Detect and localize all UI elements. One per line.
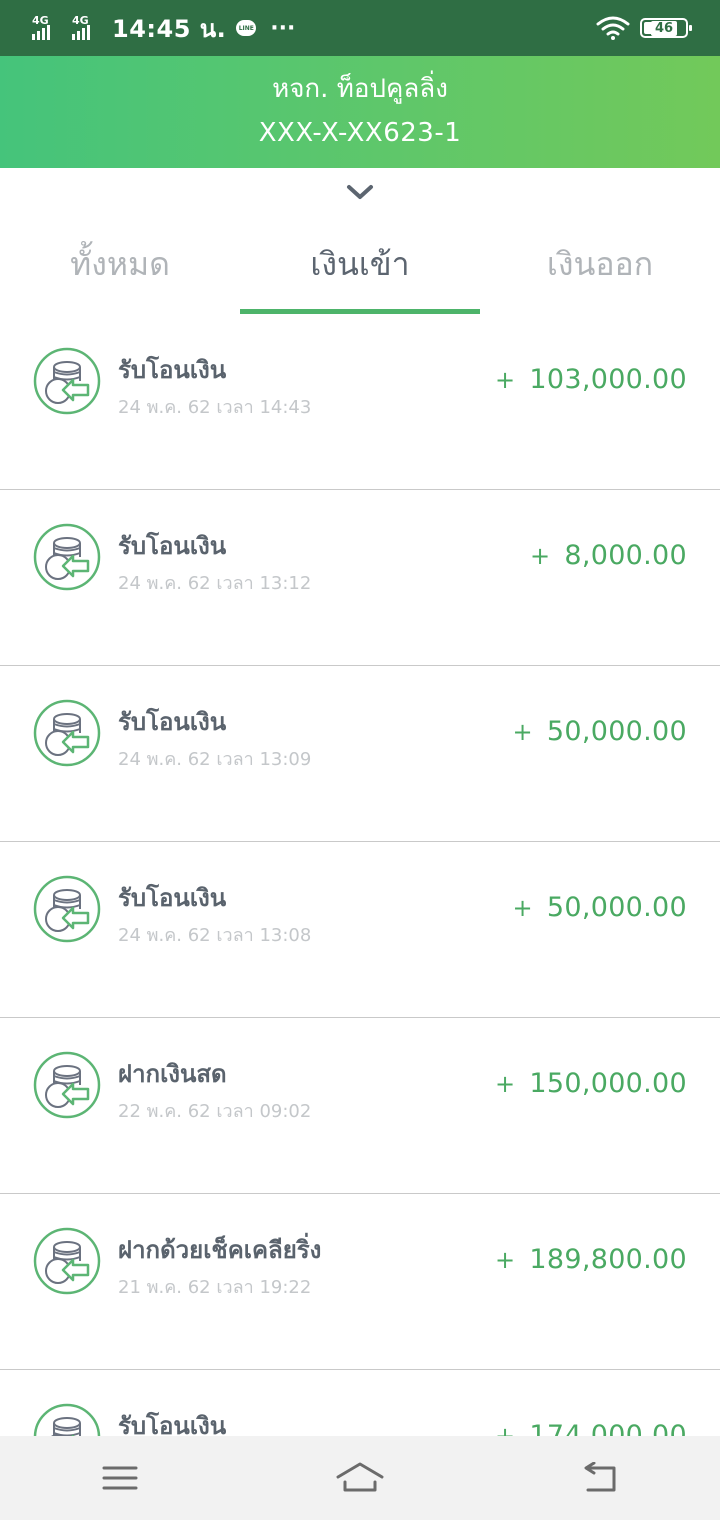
transaction-datetime: 21 พ.ค. 62 เวลา 19:22 [118, 1277, 312, 1298]
amount-sign: + [494, 366, 516, 394]
account-number: XXX-X-XX623-1 [258, 118, 462, 148]
transaction-amount: +189,800.00 [495, 1244, 687, 1275]
amount-sign: + [529, 542, 551, 570]
transaction-title: รับโอนเงิน [118, 884, 227, 912]
clock: 14:45 น. [112, 14, 227, 43]
amount-value: 174,000.00 [529, 1420, 687, 1436]
coin-transfer-in-icon [33, 699, 101, 767]
battery-level: 46 [650, 20, 678, 36]
back-icon [584, 1462, 616, 1492]
transaction-amount: +150,000.00 [495, 1068, 687, 1099]
amount-value: 150,000.00 [529, 1068, 687, 1099]
chevron-down-icon [347, 185, 373, 199]
account-header: หจก. ท็อปคูลลิ่ง XXX-X-XX623-1 [0, 56, 720, 168]
transaction-title: รับโอนเงิน [118, 532, 227, 560]
tab-money-out[interactable]: เงินออก [480, 214, 720, 314]
amount-value: 50,000.00 [546, 892, 687, 923]
transaction-row[interactable]: ฝากด้วยเช็คเคลียริ่ง 21 พ.ค. 62 เวลา 19:… [0, 1194, 720, 1370]
transaction-amount: +8,000.00 [530, 540, 687, 571]
amount-sign: + [494, 1422, 516, 1436]
transaction-row[interactable]: ฝากเงินสด 22 พ.ค. 62 เวลา 09:02 +150,000… [0, 1018, 720, 1194]
transaction-title: รับโอนเงิน [118, 356, 227, 384]
wifi-icon [596, 16, 630, 40]
battery-icon: 46 [640, 18, 692, 38]
system-nav-bar [0, 1436, 720, 1520]
status-bar: 4G 4G 14:45 น. LINE ··· 46 [0, 0, 720, 56]
transaction-list[interactable]: รับโอนเงิน 24 พ.ค. 62 เวลา 14:43 +103,00… [0, 314, 720, 1436]
network-type: 4G [72, 14, 89, 27]
coin-transfer-in-icon [33, 1227, 101, 1295]
transaction-datetime: 24 พ.ค. 62 เวลา 14:43 [118, 397, 312, 418]
menu-icon [102, 1466, 138, 1490]
transaction-datetime: 24 พ.ค. 62 เวลา 13:12 [118, 573, 312, 594]
transaction-row[interactable]: รับโอนเงิน 24 พ.ค. 62 เวลา 13:12 +8,000.… [0, 490, 720, 666]
amount-sign: + [494, 1246, 516, 1274]
transaction-datetime: 24 พ.ค. 62 เวลา 13:08 [118, 925, 312, 946]
line-app-icon: LINE [236, 20, 257, 36]
amount-sign: + [512, 894, 533, 922]
transaction-title: ฝากเงินสด [118, 1060, 227, 1088]
menu-button[interactable] [90, 1453, 150, 1503]
filter-tabs: ทั้งหมด เงินเข้า เงินออก [0, 214, 720, 314]
transaction-title: ฝากด้วยเช็คเคลียริ่ง [118, 1236, 322, 1264]
status-left: 4G 4G 14:45 น. LINE ··· [32, 9, 596, 48]
transaction-amount: +50,000.00 [512, 892, 687, 923]
transaction-amount: +103,000.00 [495, 364, 687, 395]
transaction-amount: +174,000.00 [495, 1420, 687, 1436]
transaction-datetime: 22 พ.ค. 62 เวลา 09:02 [118, 1101, 312, 1122]
home-button[interactable] [330, 1453, 390, 1503]
coin-transfer-in-icon [33, 1403, 101, 1436]
coin-transfer-in-icon [33, 347, 101, 415]
coin-transfer-in-icon [33, 875, 101, 943]
more-notifications-icon: ··· [270, 15, 296, 41]
amount-sign: + [494, 1070, 516, 1098]
amount-value: 8,000.00 [564, 540, 687, 571]
account-name: หจก. ท็อปคูลลิ่ง [272, 74, 448, 104]
expand-button[interactable] [345, 180, 375, 204]
coin-transfer-in-icon [33, 1051, 101, 1119]
back-button[interactable] [570, 1453, 630, 1503]
tab-money-in[interactable]: เงินเข้า [240, 214, 480, 314]
transaction-row[interactable]: รับโอนเงิน +174,000.00 [0, 1370, 720, 1436]
tab-all[interactable]: ทั้งหมด [0, 214, 240, 314]
amount-sign: + [512, 718, 533, 746]
transaction-row[interactable]: รับโอนเงิน 24 พ.ค. 62 เวลา 13:08 +50,000… [0, 842, 720, 1018]
network-type: 4G [32, 14, 49, 27]
signal-icon: 4G [72, 14, 102, 40]
amount-value: 50,000.00 [546, 716, 687, 747]
transaction-title: รับโอนเงิน [118, 708, 227, 736]
transaction-title: รับโอนเงิน [118, 1412, 227, 1436]
transaction-datetime: 24 พ.ค. 62 เวลา 13:09 [118, 749, 312, 770]
transaction-row[interactable]: รับโอนเงิน 24 พ.ค. 62 เวลา 14:43 +103,00… [0, 314, 720, 490]
coin-transfer-in-icon [33, 523, 101, 591]
transaction-amount: +50,000.00 [512, 716, 687, 747]
status-right: 46 [596, 16, 692, 40]
amount-value: 103,000.00 [529, 364, 687, 395]
amount-value: 189,800.00 [529, 1244, 687, 1275]
home-icon [336, 1462, 384, 1492]
signal-icon: 4G [32, 14, 62, 40]
transaction-row[interactable]: รับโอนเงิน 24 พ.ค. 62 เวลา 13:09 +50,000… [0, 666, 720, 842]
